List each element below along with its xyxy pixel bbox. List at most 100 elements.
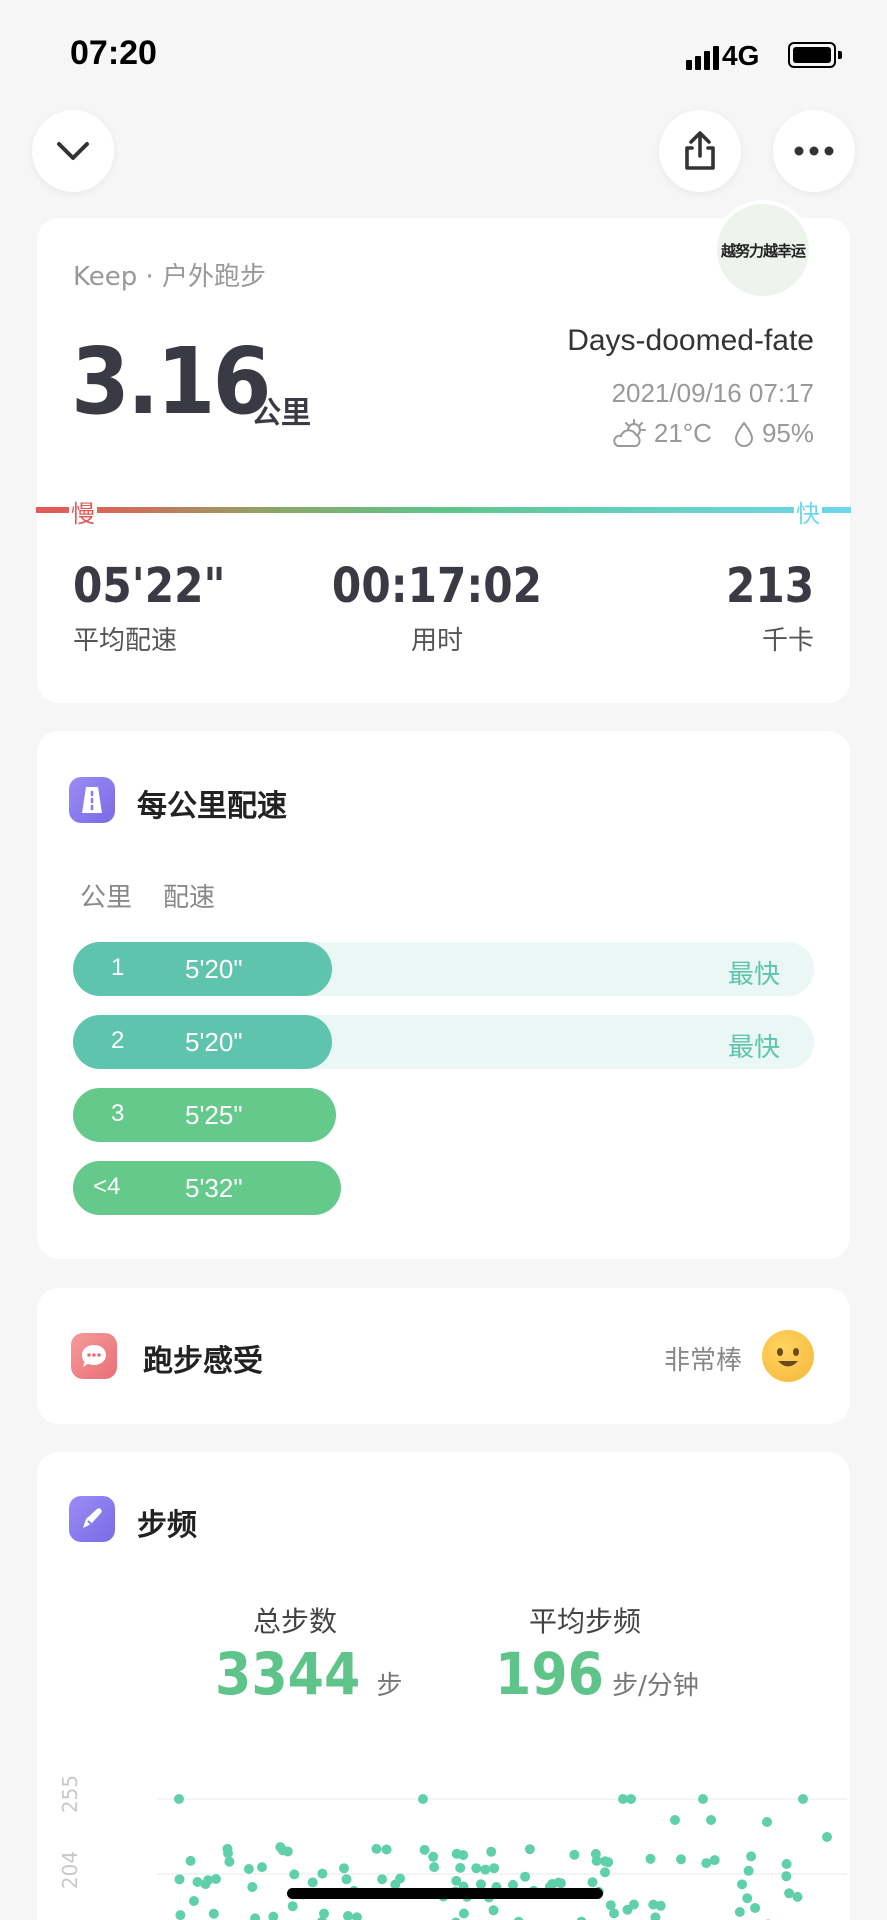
pace-row: 3 5'25" [73,1088,814,1142]
cadence-point [750,1903,761,1913]
cadence-point [648,1899,659,1910]
cadence-point [343,1911,353,1920]
more-icon [794,146,834,156]
more-button[interactable] [773,110,855,192]
stat-label: 用时 [410,626,463,656]
y-tick-204: 204 [58,1850,83,1890]
y-tick-255: 255 [58,1774,83,1814]
cadence-point [609,1908,619,1919]
cadence-point [174,1794,184,1804]
pace-row-fastest-tag: 最快 [727,960,780,990]
cadence-point [429,1862,440,1873]
road-icon [69,777,115,823]
pace-row-pace: 5'25" [185,1100,243,1130]
cadence-point [223,1848,233,1859]
feeling-card[interactable]: 跑步感受 非常棒 [37,1288,850,1424]
cadence-point [520,1871,531,1882]
cadence-point [247,1882,258,1892]
pace-row-km: 3 [111,1100,125,1127]
feeling-card-title: 跑步感受 [143,1344,263,1379]
cadence-point [250,1913,261,1920]
cadence-card-title: 步频 [137,1508,197,1543]
cadence-point [174,1874,185,1885]
pace-card-title: 每公里配速 [137,789,287,824]
cadence-point [451,1875,462,1886]
cadence-point [352,1912,362,1920]
cadence-point [486,1846,497,1857]
cadence-point [455,1862,466,1873]
pace-row-pace: 5'20" [185,954,243,984]
cadence-point [746,1851,757,1862]
cadence-point [287,1901,298,1912]
home-indicator [287,1888,603,1899]
cadence-point [743,1865,754,1876]
cadence-point [257,1862,267,1873]
smile-face-icon [762,1330,814,1382]
pace-row: 2 5'20" 最快 [73,1015,814,1069]
cadence-point [698,1794,708,1804]
cadence-point [319,1908,329,1919]
stat-value: 213 [725,558,814,614]
total-steps: 3344 步 [215,1640,402,1708]
cadence-point [650,1912,661,1920]
distance-value: 3.16 [71,328,272,435]
pace-row-pace: 5'20" [185,1027,243,1057]
cadence-point [628,1899,639,1910]
speed-fast-label: 快 [794,494,822,529]
avg-cadence: 196 步/分钟 [495,1640,699,1708]
cadence-point [701,1858,712,1869]
cadence-point [762,1817,772,1827]
cadence-point [428,1851,439,1862]
distance-unit: 公里 [251,396,311,431]
cadence-point [458,1908,469,1919]
share-icon [685,131,715,170]
cadence-point [798,1794,808,1804]
humidity-icon [734,420,753,447]
cadence-point [377,1874,388,1885]
cadence-point [451,1848,462,1859]
cadence-point [784,1888,795,1899]
run-datetime: 2021/09/16 07:17 [611,378,814,408]
cadence-point [603,1857,614,1868]
cadence-point [192,1877,203,1887]
cadence-point [381,1844,392,1855]
network-type: 4G [722,40,760,71]
cadence-point [569,1849,580,1860]
cadence-point [670,1815,680,1825]
cadence-point [480,1864,491,1875]
temperature: 21°C [653,418,712,448]
share-button[interactable] [659,110,741,192]
cadence-point [600,1867,610,1878]
stat-calories: 213 千卡 [714,558,814,657]
cadence-point [488,1905,499,1916]
battery-icon [788,42,842,68]
cadence-point [419,1844,430,1855]
avg-cadence-unit: 步/分钟 [612,1671,699,1701]
cadence-point [243,1864,254,1874]
partly-cloudy-icon [613,418,646,447]
cadence-point [289,1869,300,1880]
avatar[interactable]: 越努力越幸运 [713,200,813,300]
pace-col-pace: 配速 [163,883,216,913]
cadence-point [706,1815,716,1825]
pace-card: 每公里配速 公里 配速 1 5'20" 最快 2 5'20" 最快 3 5'25" <4 5'32… [37,731,850,1259]
cadence-point [339,1863,349,1874]
cadence-point [268,1911,279,1920]
stat-avg-pace: 05'22" 平均配速 [73,558,246,657]
cadence-point [341,1874,352,1885]
cadence-point [591,1855,602,1866]
stat-label: 千卡 [761,626,814,656]
cadence-point [489,1863,500,1874]
stat-label: 平均配速 [73,626,178,656]
cadence-point [317,1868,328,1879]
status-time: 07:20 [70,34,157,72]
pace-row-km: 1 [111,954,125,981]
total-steps-unit: 步 [376,1671,403,1701]
weather: 21°C 95% [612,418,814,449]
cadence-point [781,1859,792,1869]
avg-cadence-label: 平均步频 [529,1605,642,1638]
back-button[interactable] [32,110,114,192]
cadence-point [737,1879,747,1890]
pace-row-pace: 5'32" [185,1173,243,1203]
cadence-point [553,1877,564,1888]
